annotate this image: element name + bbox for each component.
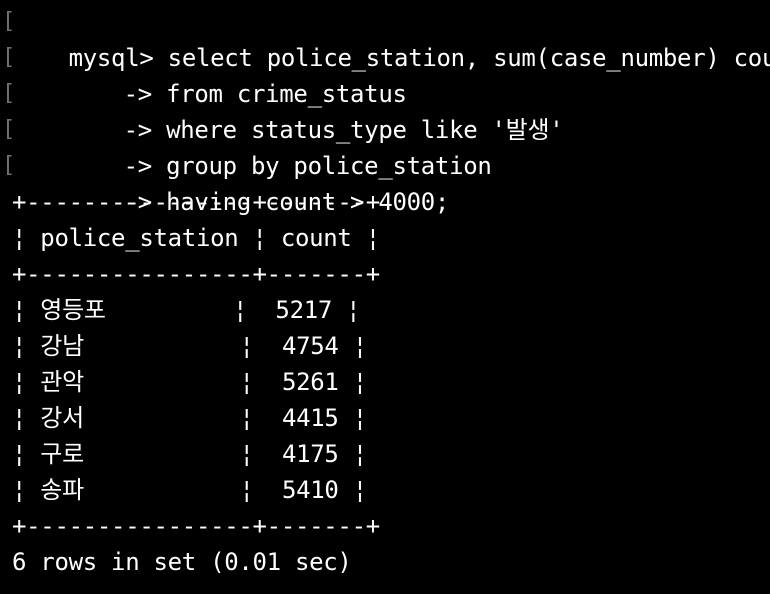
table-border-bottom: +----------------+-------+ (12, 512, 380, 540)
result-status: 6 rows in set (0.01 sec) (12, 548, 352, 576)
table-border-middle: +----------------+-------+ (12, 260, 380, 288)
table-row: ¦ 강남 ¦ 4754 ¦ (12, 332, 367, 360)
sql-line-4: -> group by police_station (12, 112, 492, 180)
sql-line-2: -> from crime_status (12, 40, 407, 108)
table-row: ¦ 강서 ¦ 4415 ¦ (12, 404, 367, 432)
table-row: ¦ 구로 ¦ 4175 ¦ (12, 440, 367, 468)
table-border-top: +----------------+-------+ (12, 188, 380, 216)
sql-line-3: -> where status_type like '발생' (12, 76, 564, 144)
table-row: ¦ 영등포 ¦ 5217 ¦ (12, 296, 361, 324)
sql-line-1: mysql> select police_station, sum(case_n… (12, 4, 770, 72)
table-row: ¦ 송파 ¦ 5410 ¦ (12, 476, 367, 504)
terminal-window[interactable]: [ mysql> select police_station, sum(case… (0, 0, 770, 594)
sql-line-5: -> having count > 4000; (12, 148, 450, 216)
table-row: ¦ 관악 ¦ 5261 ¦ (12, 368, 367, 396)
table-header: ¦ police_station ¦ count ¦ (12, 224, 380, 252)
